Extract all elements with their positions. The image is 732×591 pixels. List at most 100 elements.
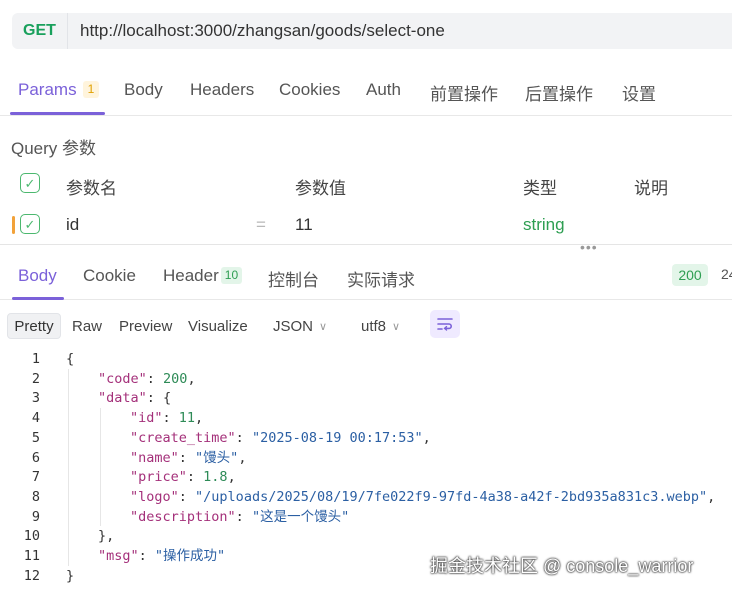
- line-number: 9: [31, 508, 40, 525]
- active-tab-indicator: [10, 112, 105, 115]
- query-param-row: ✓ id = 11 string: [0, 205, 732, 245]
- code-text: {: [66, 349, 74, 369]
- line-number: 11: [23, 548, 40, 564]
- json-key: "code": [98, 370, 147, 387]
- response-tab-actual-request[interactable]: 实际请求: [347, 266, 415, 291]
- code-text: "data": {: [98, 388, 171, 408]
- json-punctuation: :: [146, 370, 164, 387]
- line-number: 3: [31, 390, 40, 407]
- json-punctuation: ,: [238, 449, 247, 466]
- code-text: "name": "馒头",: [130, 448, 246, 468]
- content-type-label: JSON: [273, 317, 314, 335]
- active-response-tab-indicator: [12, 297, 64, 300]
- json-punctuation: :: [162, 410, 179, 427]
- code-line: 10},: [0, 526, 732, 546]
- code-line: 1{: [0, 349, 732, 369]
- line-number: 6: [31, 449, 40, 466]
- code-text: }: [66, 566, 74, 586]
- code-line: 3 "data": {: [0, 388, 732, 408]
- json-punctuation: :: [178, 488, 196, 505]
- method-selector[interactable]: GET: [12, 13, 68, 49]
- response-tab-body[interactable]: Body: [18, 266, 57, 286]
- json-punctuation: :: [186, 469, 204, 486]
- json-string: "馒头": [195, 449, 239, 466]
- json-punctuation: {: [66, 351, 75, 367]
- tab-headers[interactable]: Headers: [190, 80, 254, 100]
- line-number: 7: [31, 469, 40, 486]
- query-params-title: Query 参数: [11, 139, 97, 158]
- response-tab-header-label: Header: [163, 266, 219, 285]
- code-text: "id": 11,: [130, 408, 203, 428]
- line-number: 5: [31, 429, 40, 446]
- word-wrap-icon: [437, 318, 453, 331]
- json-key: "name": [130, 449, 179, 466]
- format-pretty-button[interactable]: Pretty: [7, 313, 61, 339]
- json-number: 1.8: [203, 469, 228, 486]
- code-text: "code": 200,: [98, 369, 196, 389]
- json-punctuation: ,: [187, 370, 196, 387]
- check-icon: ✓: [24, 216, 36, 232]
- line-number: 10: [23, 528, 40, 545]
- drag-handle-icon[interactable]: [12, 216, 15, 234]
- url-bar[interactable]: GET http://localhost:3000/zhangsan/goods…: [12, 13, 732, 49]
- request-tabs: Params 1 Body Headers Cookies Auth 前置操作 后…: [0, 70, 732, 116]
- check-icon: ✓: [24, 175, 36, 191]
- tab-body[interactable]: Body: [124, 80, 163, 100]
- url-input[interactable]: http://localhost:3000/zhangsan/goods/sel…: [68, 21, 445, 41]
- tab-pre-operations[interactable]: 前置操作: [430, 80, 498, 105]
- column-header-type: 类型: [523, 179, 557, 198]
- code-line: 2 "code": 200,: [0, 369, 732, 389]
- json-key: "description": [130, 508, 236, 525]
- json-key: "id": [130, 410, 163, 427]
- code-text: "msg": "操作成功": [98, 546, 225, 566]
- column-header-description: 说明: [634, 179, 668, 198]
- word-wrap-button[interactable]: [430, 310, 460, 338]
- json-key: "msg": [98, 548, 139, 564]
- json-punctuation: }: [66, 567, 75, 584]
- tab-post-operations[interactable]: 后置操作: [525, 80, 593, 105]
- tab-settings[interactable]: 设置: [622, 80, 656, 105]
- encoding-select[interactable]: utf8 ∨: [361, 313, 400, 339]
- chevron-down-icon: ∨: [319, 320, 328, 333]
- response-tab-console[interactable]: 控制台: [268, 266, 319, 291]
- format-raw-button[interactable]: Raw: [72, 313, 102, 339]
- tab-auth[interactable]: Auth: [366, 80, 401, 100]
- line-number: 2: [31, 370, 40, 387]
- param-name-field[interactable]: id: [66, 215, 79, 235]
- format-preview-button[interactable]: Preview: [119, 313, 172, 339]
- code-line: 7 "price": 1.8,: [0, 467, 732, 487]
- param-enabled-checkbox[interactable]: ✓: [20, 214, 40, 234]
- param-type-select[interactable]: string: [523, 215, 565, 235]
- panel-divider[interactable]: [0, 244, 732, 245]
- tab-params[interactable]: Params 1: [18, 80, 100, 100]
- json-key: "price": [130, 469, 187, 486]
- json-key: "data": [98, 390, 147, 407]
- code-line: 9 "description": "这是一个馒头": [0, 507, 732, 527]
- json-punctuation: ,: [422, 429, 431, 446]
- code-line: 4 "id": 11,: [0, 408, 732, 428]
- resize-handle-icon[interactable]: •••: [580, 239, 598, 255]
- header-count-badge: 10: [220, 267, 243, 284]
- json-key: "create_time": [130, 429, 236, 446]
- json-punctuation: ,: [227, 469, 236, 486]
- json-punctuation: : {: [146, 390, 172, 407]
- response-tab-header[interactable]: Header 10: [163, 266, 243, 286]
- select-all-checkbox[interactable]: ✓: [20, 173, 40, 193]
- code-line: 5 "create_time": "2025-08-19 00:17:53",: [0, 428, 732, 448]
- json-punctuation: },: [98, 528, 115, 545]
- line-number: 4: [31, 410, 40, 427]
- code-line: 8 "logo": "/uploads/2025/08/19/7fe022f9-9…: [0, 487, 732, 507]
- query-table-header: ✓ 参数名 参数值 类型 说明: [0, 164, 732, 204]
- format-visualize-button[interactable]: Visualize: [188, 313, 248, 339]
- code-line: 6 "name": "馒头",: [0, 448, 732, 468]
- code-text: },: [98, 526, 114, 546]
- param-value-field[interactable]: 11: [295, 215, 313, 235]
- code-text: "logo": "/uploads/2025/08/19/7fe022f9-97…: [130, 487, 715, 507]
- params-count-badge: 1: [82, 81, 100, 98]
- content-type-select[interactable]: JSON ∨: [273, 313, 327, 339]
- tab-cookies[interactable]: Cookies: [279, 80, 340, 100]
- response-tabs: Body Cookie Header 10 控制台 实际请求: [0, 256, 732, 300]
- response-tab-cookie[interactable]: Cookie: [83, 266, 136, 286]
- line-number: 8: [31, 488, 40, 505]
- code-text: "description": "这是一个馒头": [130, 507, 349, 527]
